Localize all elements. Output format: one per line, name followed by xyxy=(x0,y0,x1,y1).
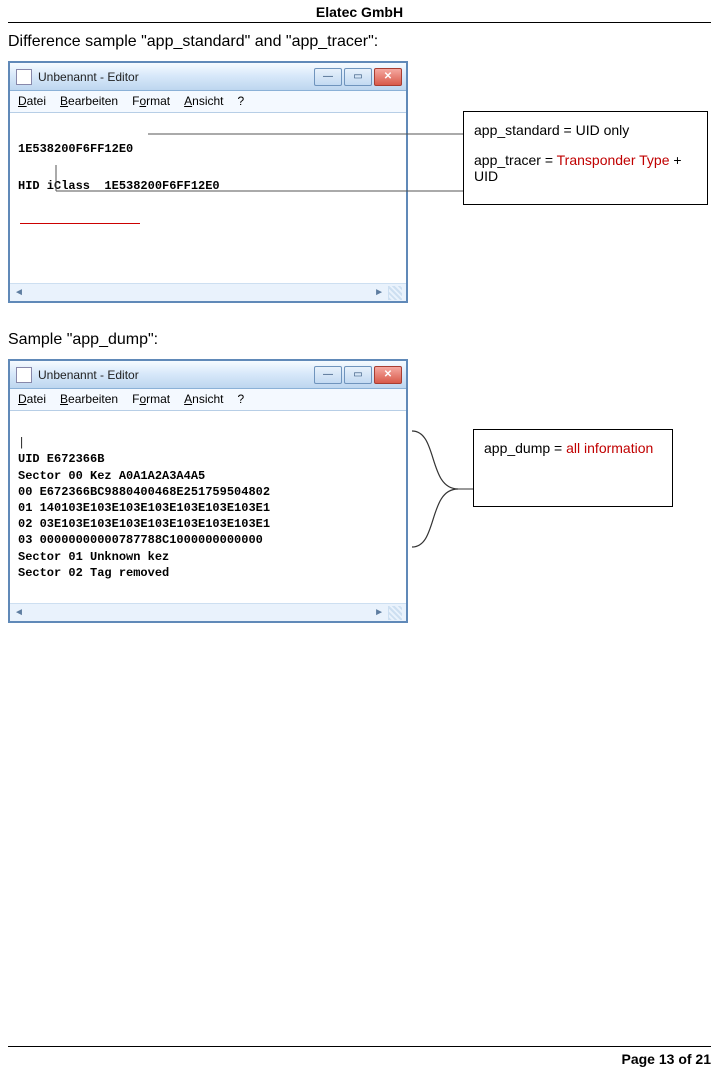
app-label: app_standard xyxy=(474,122,560,138)
scroll-left-icon[interactable]: ◄ xyxy=(14,287,26,298)
text-line: UID E672366B xyxy=(18,452,104,466)
callout-2: app_dump = all information xyxy=(473,429,673,507)
close-button[interactable]: ✕ xyxy=(374,366,402,384)
callout-1: app_standard = UID only app_tracer = Tra… xyxy=(463,111,708,205)
close-button[interactable]: ✕ xyxy=(374,68,402,86)
menu-help[interactable]: ? xyxy=(238,392,245,406)
menu-file[interactable]: Datei xyxy=(18,392,46,406)
page-number: Page 13 of 21 xyxy=(622,1051,712,1067)
resize-grip-icon[interactable] xyxy=(388,286,402,300)
editor-content-2[interactable]: | UID E672366B Sector 00 Kez A0A1A2A3A4A… xyxy=(10,411,406,603)
h-scrollbar[interactable]: ◄ ► xyxy=(10,603,406,621)
text-line: Sector 01 Unknown kez xyxy=(18,550,169,564)
menubar: Datei Bearbeiten Format Ansicht ? xyxy=(10,91,406,113)
text-line: | xyxy=(18,436,25,450)
menubar: Datei Bearbeiten Format Ansicht ? xyxy=(10,389,406,411)
red-text: Transponder Type xyxy=(557,152,670,168)
titlebar: Unbenannt - Editor — ▭ ✕ xyxy=(10,63,406,91)
page-footer: Page 13 of 21 xyxy=(8,1046,711,1067)
red-text: all information xyxy=(566,440,653,456)
app-icon xyxy=(16,69,32,85)
app-icon xyxy=(16,367,32,383)
section2-heading: Sample "app_dump": xyxy=(8,331,711,349)
text-line: 00 E672366BC9880400468E251759504802 xyxy=(18,485,270,499)
menu-view[interactable]: Ansicht xyxy=(184,392,223,406)
text-line: 03 00000000000787788C1000000000000 xyxy=(18,533,263,547)
window-title: Unbenannt - Editor xyxy=(38,70,314,84)
resize-grip-icon[interactable] xyxy=(388,606,402,620)
titlebar: Unbenannt - Editor — ▭ ✕ xyxy=(10,361,406,389)
callout-line: app_tracer = Transponder Type + UID xyxy=(474,152,693,184)
h-scrollbar[interactable]: ◄ ► xyxy=(10,283,406,301)
menu-format[interactable]: Format xyxy=(132,392,170,406)
red-underline-icon xyxy=(20,223,140,224)
text-line: 1E538200F6FF12E0 xyxy=(18,142,133,156)
scroll-right-icon[interactable]: ► xyxy=(372,607,384,618)
window-title: Unbenannt - Editor xyxy=(38,368,314,382)
text-line: Sector 02 Tag removed xyxy=(18,566,169,580)
app-label: app_tracer xyxy=(474,152,541,168)
editor-content-1[interactable]: 1E538200F6FF12E0 HID iClass 1E538200F6FF… xyxy=(10,113,406,283)
menu-format[interactable]: Format xyxy=(132,94,170,108)
page-header: Elatec GmbH xyxy=(8,0,711,23)
figure2: Unbenannt - Editor — ▭ ✕ Datei Bearbeite… xyxy=(8,359,711,619)
scroll-left-icon[interactable]: ◄ xyxy=(14,607,26,618)
notepad-window-2: Unbenannt - Editor — ▭ ✕ Datei Bearbeite… xyxy=(8,359,408,623)
window-buttons: — ▭ ✕ xyxy=(314,366,402,384)
scroll-right-icon[interactable]: ► xyxy=(372,287,384,298)
company-name: Elatec GmbH xyxy=(316,4,403,20)
section1-heading: Difference sample "app_standard" and "ap… xyxy=(8,33,711,51)
window-buttons: — ▭ ✕ xyxy=(314,68,402,86)
app-label: app_dump xyxy=(484,440,550,456)
text-line: 01 140103E103E103E103E103E103E103E1 xyxy=(18,501,270,515)
minimize-button[interactable]: — xyxy=(314,68,342,86)
figure1: Unbenannt - Editor — ▭ ✕ Datei Bearbeite… xyxy=(8,61,711,301)
callout-line: app_dump = all information xyxy=(484,440,658,456)
callout-line: app_standard = UID only xyxy=(474,122,693,138)
text-line: HID iClass 1E538200F6FF12E0 xyxy=(18,179,220,193)
maximize-button[interactable]: ▭ xyxy=(344,68,372,86)
maximize-button[interactable]: ▭ xyxy=(344,366,372,384)
text-line: Sector 00 Kez A0A1A2A3A4A5 xyxy=(18,469,205,483)
text-line: 02 03E103E103E103E103E103E103E103E1 xyxy=(18,517,270,531)
menu-edit[interactable]: Bearbeiten xyxy=(60,94,118,108)
menu-edit[interactable]: Bearbeiten xyxy=(60,392,118,406)
minimize-button[interactable]: — xyxy=(314,366,342,384)
menu-file[interactable]: Datei xyxy=(18,94,46,108)
menu-view[interactable]: Ansicht xyxy=(184,94,223,108)
menu-help[interactable]: ? xyxy=(238,94,245,108)
notepad-window-1: Unbenannt - Editor — ▭ ✕ Datei Bearbeite… xyxy=(8,61,408,303)
